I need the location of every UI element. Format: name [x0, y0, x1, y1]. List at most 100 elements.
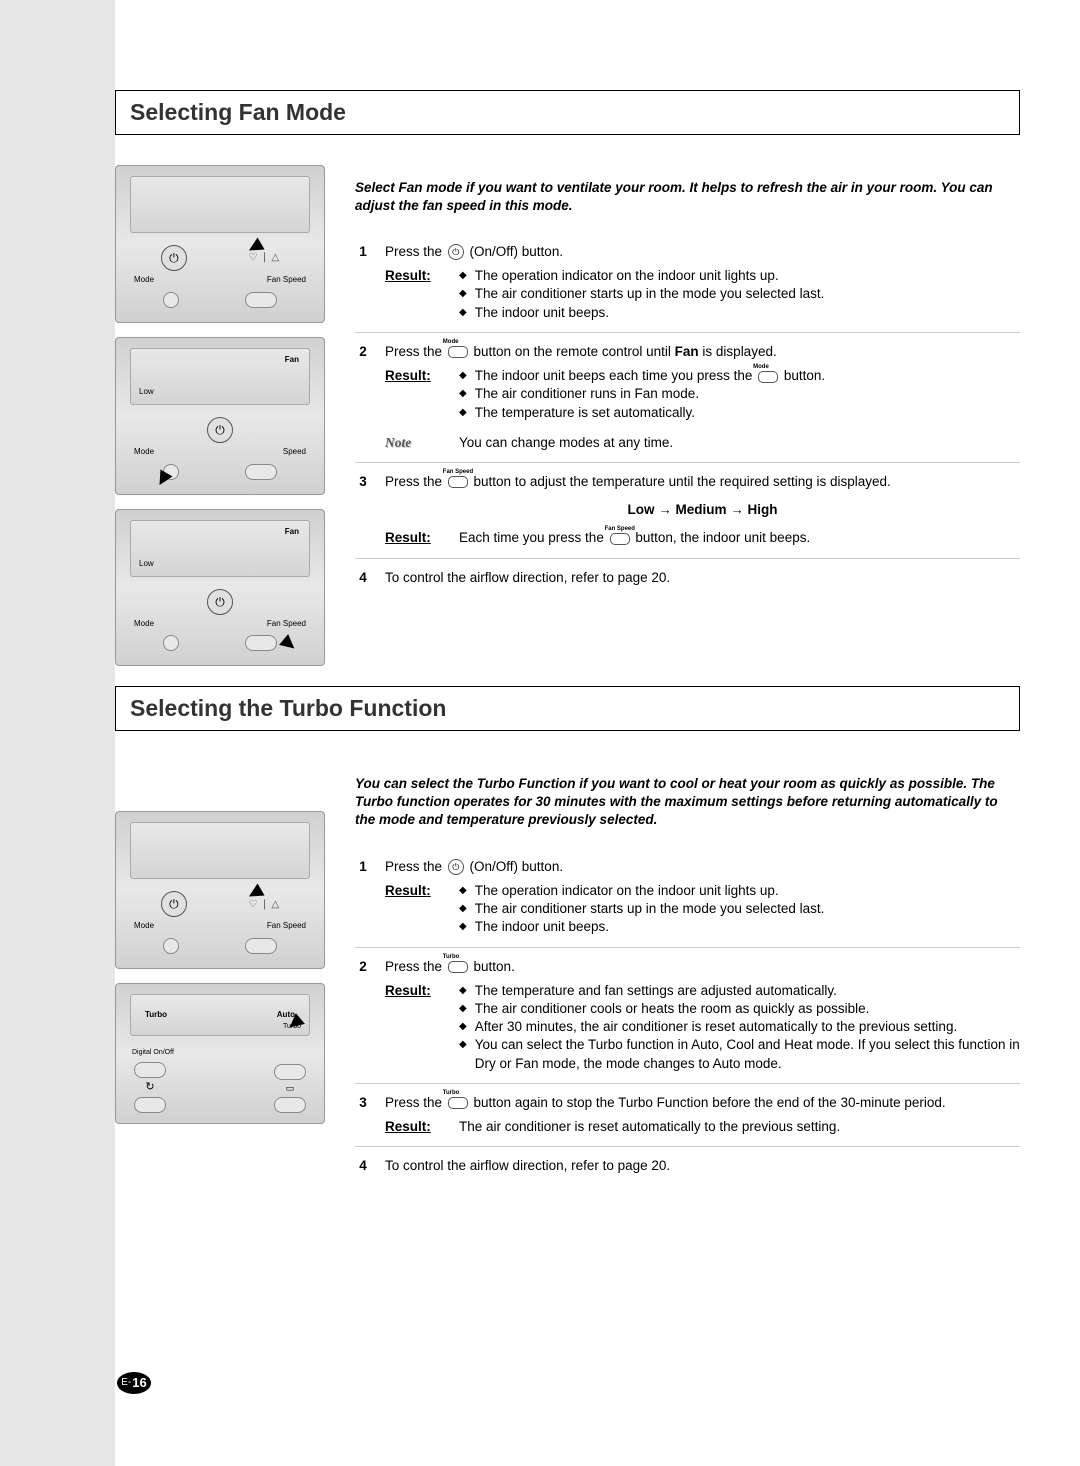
aux-button-2: [274, 1097, 306, 1113]
speed-button: [245, 464, 277, 480]
note-label: Note: [385, 434, 441, 452]
power-icon: ⏻: [161, 891, 187, 917]
result-label: Result:: [385, 367, 441, 422]
result-text: Each time you press the Fan Speed button…: [459, 529, 1020, 547]
mode-button-icon: Mode: [448, 346, 468, 358]
aux-button-1: [274, 1064, 306, 1080]
step-text: Press the Turbo button again to stop the…: [385, 1095, 946, 1110]
digital-button: [134, 1062, 166, 1078]
section-intro: Select Fan mode if you want to ventilate…: [355, 179, 1020, 215]
mode-button: [163, 292, 179, 308]
fanspeed-button-icon: Fan Speed: [448, 476, 468, 488]
mode-button: [163, 635, 179, 651]
diamond-bullet-icon: ◆: [459, 1018, 467, 1036]
step-3: 3 Press the Turbo button again to stop t…: [355, 1084, 1020, 1147]
section-header-fan-mode: Selecting Fan Mode: [115, 90, 1020, 135]
step-text: To control the airflow direction, refer …: [385, 1158, 670, 1173]
remote-screen: Fan Low: [130, 348, 310, 405]
digital-label: Digital On/Off: [130, 1044, 310, 1061]
step-number: 1: [355, 243, 371, 322]
step-1: 1 Press the ⏻ (On/Off) button. Result: ◆…: [355, 233, 1020, 333]
section-body-fan: ⏻♡ ❘ △ ModeFan Speed Fan Low ⏻ ModeSpeed…: [115, 165, 1020, 666]
turbo-button-icon: Turbo: [448, 961, 468, 973]
step-3: 3 Press the Fan Speed button to adjust t…: [355, 463, 1020, 559]
swirl-button: [134, 1097, 166, 1113]
power-icon: ⏻: [448, 859, 464, 875]
mode-label: Mode: [134, 921, 154, 932]
fanspeed-button: [245, 938, 277, 954]
step-number: 3: [355, 1094, 371, 1136]
fanspeed-button-icon: Fan Speed: [610, 533, 630, 545]
remote-screen: Fan Low: [130, 520, 310, 577]
diamond-bullet-icon: ◆: [459, 285, 467, 303]
instruction-column: You can select the Turbo Function if you…: [355, 761, 1020, 1185]
diamond-bullet-icon: ◆: [459, 900, 467, 918]
step-number: 2: [355, 958, 371, 1073]
result-label: Result:: [385, 982, 441, 1073]
step-number: 4: [355, 569, 371, 587]
step-number: 3: [355, 473, 371, 548]
diamond-bullet-icon: ◆: [459, 304, 467, 322]
result-label: Result:: [385, 882, 441, 937]
diamond-bullet-icon: ◆: [459, 882, 467, 900]
mode-label: Mode: [134, 447, 154, 458]
diamond-bullet-icon: ◆: [459, 267, 467, 285]
screen-fan-label: Fan: [285, 355, 299, 366]
diamond-bullet-icon: ◆: [459, 404, 467, 422]
screen-low-label: Low: [139, 387, 154, 398]
speed-sequence: Low → Medium → High: [385, 501, 1020, 519]
section-title: Selecting Fan Mode: [130, 97, 1005, 128]
step-text: To control the airflow direction, refer …: [385, 570, 670, 585]
section-intro: You can select the Turbo Function if you…: [355, 775, 1020, 830]
diamond-bullet-icon: ◆: [459, 1000, 467, 1018]
remote-screen: TurboAuto Turbo: [130, 994, 310, 1036]
result-list: ◆The indoor unit beeps each time you pre…: [459, 367, 1020, 422]
diamond-bullet-icon: ◆: [459, 1036, 467, 1054]
step-text: Press the Mode button on the remote cont…: [385, 344, 777, 359]
turbo-label: Turbo: [145, 1010, 167, 1021]
mode-button-icon: Mode: [758, 371, 778, 383]
result-label: Result:: [385, 1118, 441, 1136]
power-icon: ⏻: [207, 417, 233, 443]
result-list: ◆The operation indicator on the indoor u…: [459, 882, 1020, 937]
fanspeed-label: Fan Speed: [267, 921, 306, 932]
result-list: ◆The temperature and fan settings are ad…: [459, 982, 1020, 1073]
power-icon: ⏻: [207, 589, 233, 615]
mode-label: Mode: [134, 275, 154, 286]
result-list: ◆The operation indicator on the indoor u…: [459, 267, 1020, 322]
diamond-bullet-icon: ◆: [459, 982, 467, 1000]
result-text: The air conditioner is reset automatical…: [459, 1118, 1020, 1136]
page-content: Selecting Fan Mode ⏻♡ ❘ △ ModeFan Speed …: [115, 90, 1080, 1185]
fanspeed-button: [245, 635, 277, 651]
mode-label: Mode: [134, 619, 154, 630]
remote-illustration-4: ⏻♡ ❘ △ ModeFan Speed: [115, 811, 325, 969]
fanspeed-label: Fan Speed: [267, 619, 306, 630]
section-body-turbo: ⏻♡ ❘ △ ModeFan Speed TurboAuto Turbo Dig…: [115, 761, 1020, 1185]
step-2: 2 Press the Mode button on the remote co…: [355, 333, 1020, 463]
result-label: Result:: [385, 529, 441, 547]
diamond-bullet-icon: ◆: [459, 385, 467, 403]
screen-fan-label: Fan: [285, 527, 299, 538]
remote-illustration-3: Fan Low ⏻ Mode Fan Speed: [115, 509, 325, 667]
remote-illustration-1: ⏻♡ ❘ △ ModeFan Speed: [115, 165, 325, 323]
remote-illustration-5: TurboAuto Turbo Digital On/Off ↻ ▭: [115, 983, 325, 1123]
fanspeed-button: [245, 292, 277, 308]
step-number: 4: [355, 1157, 371, 1175]
diamond-bullet-icon: ◆: [459, 918, 467, 936]
card-icon: ▭: [286, 1082, 295, 1094]
remote-screen: [130, 176, 310, 233]
step-number: 2: [355, 343, 371, 452]
result-label: Result:: [385, 267, 441, 322]
step-4: 4 To control the airflow direction, refe…: [355, 559, 1020, 597]
step-text: Press the Fan Speed button to adjust the…: [385, 474, 891, 489]
step-1: 1 Press the ⏻ (On/Off) button. Result: ◆…: [355, 848, 1020, 948]
power-icon: ⏻: [161, 245, 187, 271]
diamond-bullet-icon: ◆: [459, 367, 467, 385]
remote-illustration-2: Fan Low ⏻ ModeSpeed: [115, 337, 325, 495]
power-icon: ⏻: [448, 244, 464, 260]
step-text: Press the Turbo button.: [385, 959, 515, 974]
fanspeed-label: Fan Speed: [267, 275, 306, 286]
page-sidebar: [0, 0, 115, 1466]
step-text: Press the ⏻ (On/Off) button.: [385, 859, 563, 874]
illustration-column: ⏻♡ ❘ △ ModeFan Speed TurboAuto Turbo Dig…: [115, 761, 325, 1185]
